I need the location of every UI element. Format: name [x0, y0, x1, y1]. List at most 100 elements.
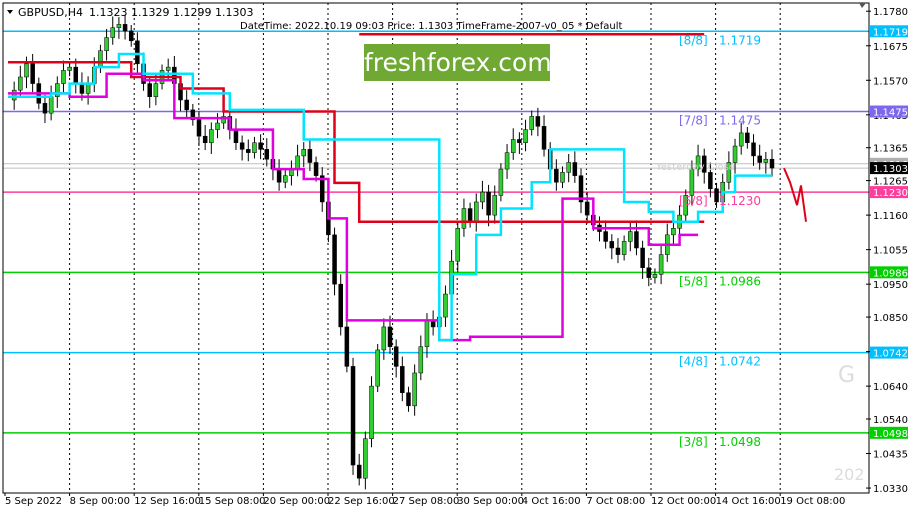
candle-body: [30, 63, 35, 84]
candle-body: [443, 293, 448, 318]
candle-body: [523, 129, 528, 144]
candle-body: [492, 195, 497, 216]
candle-body: [147, 83, 152, 97]
y-axis-tick-label: 1.0435: [873, 450, 908, 461]
symbol-title: GBPUSD,H4: [18, 6, 83, 19]
x-axis-tick-label: 22 Sep 16:00: [328, 496, 395, 507]
candle-body: [566, 162, 571, 173]
candle-body: [375, 349, 380, 387]
candle-body: [535, 116, 541, 127]
candle-body: [196, 119, 202, 137]
candle-body: [55, 83, 60, 97]
candle-body: [110, 27, 115, 38]
murrey-level-name: [7/8]: [679, 114, 708, 128]
candle-body: [344, 326, 350, 367]
candle-body: [560, 172, 565, 183]
candle-body: [48, 96, 54, 114]
murrey-level-name: [5/8]: [679, 274, 708, 288]
candle-body: [283, 175, 288, 183]
candle-body: [332, 234, 337, 285]
candle-body: [609, 241, 615, 249]
x-axis-tick-label: 12 Oct 00:00: [651, 496, 716, 507]
candle-body: [498, 168, 504, 196]
crosshair-info: DateTime: 2022.10.19 09:03 Price: 1.1303…: [240, 21, 622, 32]
candle-body: [646, 267, 652, 278]
candle-body: [584, 201, 590, 216]
candle-body: [85, 83, 91, 94]
candle-body: [393, 346, 399, 367]
x-axis-tick-label: 5 Sep 2022: [5, 496, 62, 507]
candle-body: [634, 231, 639, 249]
candle-body: [769, 158, 775, 169]
candle-body: [307, 149, 313, 163]
candle-body: [61, 70, 66, 84]
candle-body: [350, 366, 356, 466]
candle-body: [412, 372, 417, 407]
murrey-level-value: 1.1230: [719, 194, 761, 208]
y-axis-tick-label: 1.1365: [873, 144, 908, 155]
candle-body: [356, 464, 362, 479]
candle-body: [165, 66, 171, 71]
candle-body: [652, 274, 658, 278]
candle-body: [295, 155, 300, 170]
candle-body: [11, 89, 17, 101]
candle-body: [751, 142, 756, 157]
chart-area[interactable]: [8/8] 1.1719 [7/8] 1.1475 [6/8] 1.1230 [5/8] 1.…: [0, 0, 911, 514]
y-axis-tick-label: 1.0950: [873, 280, 908, 291]
candle-body: [184, 99, 189, 111]
candle-body: [461, 208, 467, 229]
candle-body: [554, 168, 559, 183]
y-axis-tick-label: 1.1570: [873, 76, 908, 87]
murrey-level-name: [6/8]: [679, 194, 708, 208]
candle-body: [135, 40, 140, 65]
candle-body: [363, 438, 368, 479]
y-axis-tick-label: 1.0330: [873, 484, 908, 495]
y-axis-tick-label: 1.0640: [873, 382, 908, 393]
price-tag-label: 1.0742: [873, 349, 908, 360]
price-tag-label: 1.0498: [873, 429, 908, 440]
candle-body: [745, 132, 750, 144]
y-axis-tick-label: 1.0850: [873, 313, 908, 324]
candle-body: [258, 142, 263, 150]
candle-body: [338, 283, 343, 328]
candle-body: [122, 24, 128, 32]
candle-body: [202, 135, 208, 144]
candle-body: [757, 155, 762, 163]
y-axis-tick-label: 1.1265: [873, 177, 908, 188]
candle-body: [621, 241, 627, 255]
candle-body: [510, 139, 516, 153]
candle-body: [264, 149, 270, 160]
candle-body: [313, 162, 319, 176]
candle-body: [381, 326, 387, 351]
candle-body: [615, 247, 621, 255]
candle-body: [658, 254, 664, 275]
x-axis-tick-label: 8 Sep 00:00: [70, 496, 130, 507]
price-tag-label: 1.1303: [873, 164, 908, 175]
candle-body: [79, 83, 85, 94]
candle-body: [474, 201, 479, 222]
x-axis-tick-label: 19 Oct 08:00: [780, 496, 845, 507]
candle-body: [541, 126, 547, 150]
murrey-level-name: [8/8]: [679, 33, 708, 47]
candle-body: [73, 66, 79, 84]
candle-body: [732, 145, 738, 163]
murrey-level-name: [4/8]: [679, 355, 708, 369]
murrey-level-value: 1.0742: [719, 355, 761, 369]
candle-body: [504, 152, 510, 170]
candle-body: [714, 188, 719, 203]
candle-body: [18, 76, 23, 91]
candle-body: [233, 129, 239, 144]
candle-body: [387, 326, 393, 347]
candle-body: [42, 103, 48, 114]
price-tag-label: 1.1719: [873, 27, 908, 38]
murrey-level-name: [3/8]: [679, 435, 708, 449]
candle-body: [24, 63, 29, 78]
symbol-watermark: G: [838, 363, 855, 388]
candle-body: [480, 191, 485, 203]
candle-body: [276, 168, 282, 183]
candle-body: [708, 172, 713, 190]
candle-body: [104, 37, 109, 51]
candle-body: [628, 231, 633, 242]
candle-body: [763, 158, 769, 163]
candle-body: [116, 24, 122, 28]
